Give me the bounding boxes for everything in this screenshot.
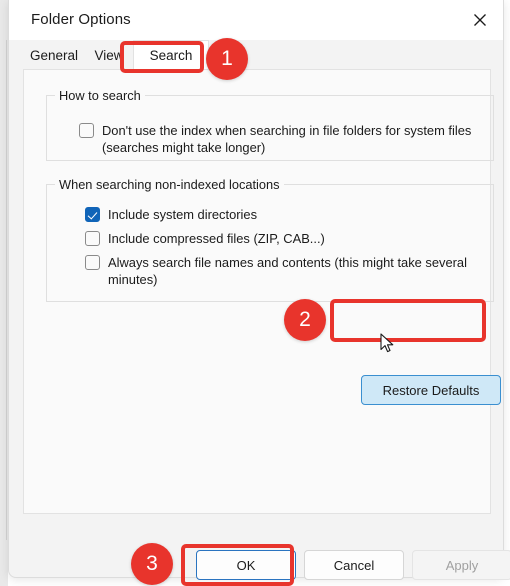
checkbox-row-always-search-names-contents[interactable]: Always search file names and contents (t… xyxy=(85,254,485,288)
search-tab-page: How to search Don't use the index when s… xyxy=(23,69,501,514)
checkbox-always-search-names-contents[interactable] xyxy=(85,255,100,270)
ok-button-label: OK xyxy=(236,557,256,573)
checkbox-dont-use-index[interactable] xyxy=(79,123,94,138)
group-non-indexed-locations-legend: When searching non-indexed locations xyxy=(55,177,284,192)
tab-search[interactable]: Search xyxy=(133,40,209,70)
checkbox-row-include-compressed-files[interactable]: Include compressed files (ZIP, CAB...) xyxy=(85,230,465,247)
ok-button[interactable]: OK xyxy=(196,550,296,580)
tab-view-label: View xyxy=(94,47,124,63)
checkbox-include-compressed-files[interactable] xyxy=(85,231,100,246)
tab-view[interactable]: View xyxy=(85,40,133,70)
close-icon[interactable] xyxy=(457,0,503,40)
checkbox-always-search-names-contents-label: Always search file names and contents (t… xyxy=(108,255,467,287)
background-window-edge-line xyxy=(6,40,7,540)
restore-defaults-button-label: Restore Defaults xyxy=(382,382,480,398)
apply-button: Apply xyxy=(412,550,510,580)
checkbox-include-compressed-files-label: Include compressed files (ZIP, CAB...) xyxy=(108,231,325,246)
apply-button-label: Apply xyxy=(445,557,479,573)
cancel-button[interactable]: Cancel xyxy=(304,550,404,580)
tab-strip: General View Search xyxy=(9,40,503,70)
checkbox-include-system-directories-label: Include system directories xyxy=(108,207,258,222)
folder-options-dialog: Folder Options General View Search How t… xyxy=(8,0,510,580)
tab-general-label: General xyxy=(29,47,79,63)
group-non-indexed-locations: When searching non-indexed locations Inc… xyxy=(46,177,494,302)
group-how-to-search-legend: How to search xyxy=(55,88,145,103)
screenshot-root: Folder Options General View Search How t… xyxy=(0,0,510,586)
window-title: Folder Options xyxy=(31,11,131,28)
group-how-to-search: How to search Don't use the index when s… xyxy=(46,88,494,161)
tab-search-label: Search xyxy=(149,48,193,63)
checkbox-row-include-system-directories[interactable]: Include system directories xyxy=(85,206,465,223)
checkbox-row-dont-use-index[interactable]: Don't use the index when searching in fi… xyxy=(79,122,479,156)
cancel-button-label: Cancel xyxy=(333,557,375,573)
tab-general[interactable]: General xyxy=(23,40,85,70)
checkbox-dont-use-index-label: Don't use the index when searching in fi… xyxy=(102,123,472,155)
checkbox-include-system-directories[interactable] xyxy=(85,207,100,222)
restore-defaults-button[interactable]: Restore Defaults xyxy=(361,375,501,405)
title-bar: Folder Options xyxy=(9,0,503,40)
